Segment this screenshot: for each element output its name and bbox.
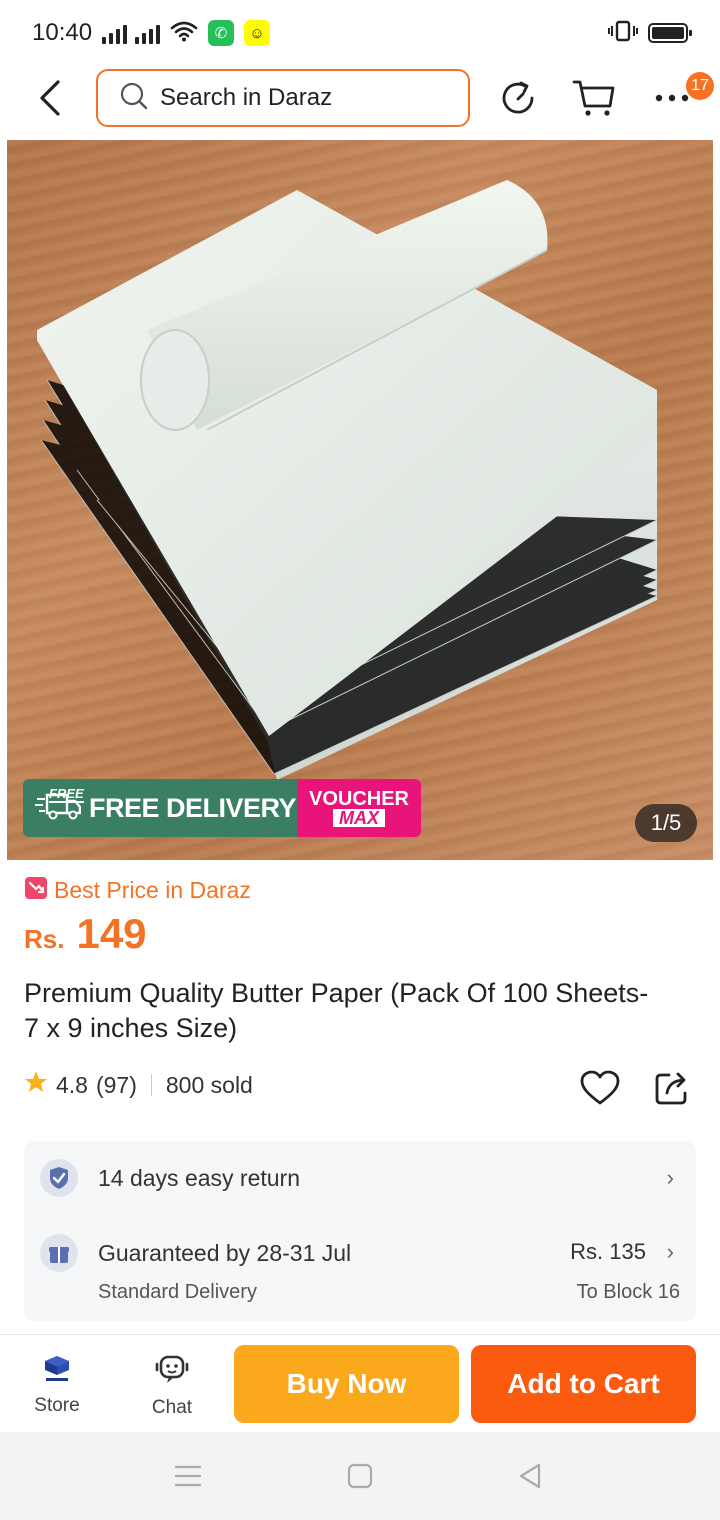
- voucher-max-label: MAX: [333, 809, 385, 827]
- rating-value: 4.8: [56, 1071, 88, 1098]
- battery-icon: [648, 23, 692, 43]
- product-price: Rs. 149: [24, 910, 147, 958]
- bottom-action-bar: Store Chat Buy Now Add to Cart: [0, 1334, 720, 1432]
- gift-box-icon: [40, 1234, 78, 1272]
- cart-icon[interactable]: [572, 76, 616, 120]
- best-price-icon: [24, 876, 48, 905]
- delivery-guarantee-text: Guaranteed by 28-31 Jul: [98, 1239, 352, 1266]
- product-title: Premium Quality Butter Paper (Pack Of 10…: [24, 978, 649, 1043]
- search-input[interactable]: Search in Daraz: [96, 69, 470, 127]
- sold-count: 800 sold: [165, 1071, 253, 1098]
- ship-to-location: To Block 16: [576, 1281, 680, 1303]
- chat-button[interactable]: Chat: [132, 1353, 212, 1419]
- image-counter: 1/5: [635, 804, 697, 842]
- price-value: 149: [76, 910, 147, 957]
- store-logo-icon: [40, 1353, 74, 1389]
- system-navigation-bar: [0, 1432, 720, 1520]
- product-image[interactable]: FREE FREE DELIVERY VOUCHER MAX 1/5: [7, 140, 713, 860]
- return-policy-text: 14 days easy return: [98, 1164, 301, 1191]
- best-price-badge: Best Price in Daraz: [24, 876, 251, 905]
- chat-robot-icon: [155, 1353, 189, 1391]
- wifi-icon: [170, 20, 198, 47]
- chevron-right-icon[interactable]: ›: [667, 1239, 674, 1265]
- rating-row[interactable]: 4.8 (97) 800 sold: [24, 1070, 253, 1100]
- promo-free-delivery: FREE DELIVERY: [89, 792, 297, 823]
- buy-now-button[interactable]: Buy Now: [234, 1345, 459, 1423]
- delivery-type: Standard Delivery: [98, 1281, 257, 1303]
- star-icon: [24, 1070, 48, 1100]
- chat-label: Chat: [151, 1397, 193, 1418]
- shield-check-icon: [40, 1159, 78, 1197]
- search-placeholder: Search in Daraz: [160, 84, 333, 111]
- chevron-right-icon[interactable]: ›: [667, 1165, 674, 1191]
- signal-icon: [102, 22, 128, 44]
- top-header: Search in Daraz 17: [0, 66, 720, 132]
- best-price-label: Best Price in Daraz: [54, 877, 251, 903]
- whatsapp-icon: ✆: [208, 20, 235, 46]
- delivery-row[interactable]: Guaranteed by 28-31 Jul: [40, 1234, 351, 1272]
- snapchat-icon: ☺: [244, 20, 271, 46]
- wishlist-heart-icon[interactable]: [578, 1066, 622, 1110]
- voucher-label: VOUCHER: [308, 788, 409, 810]
- history-icon[interactable]: [496, 76, 540, 120]
- notification-badge: 17: [686, 72, 714, 100]
- butter-paper-stack-image: [37, 180, 658, 780]
- review-count: (97): [95, 1071, 137, 1098]
- divider: [150, 1074, 152, 1096]
- promo-free-tag: FREE: [49, 786, 84, 803]
- signal-icon: [135, 22, 161, 44]
- menu-lines-icon[interactable]: [168, 1460, 208, 1492]
- voucher-max-section: VOUCHER MAX: [297, 779, 421, 837]
- service-info-card: 14 days easy return › Guaranteed by 28-3…: [24, 1141, 696, 1321]
- return-policy-row[interactable]: 14 days easy return: [40, 1159, 300, 1197]
- add-to-cart-button[interactable]: Add to Cart: [471, 1345, 696, 1423]
- shipping-price: Rs. 135: [570, 1239, 646, 1264]
- vibrate-icon: [608, 20, 638, 47]
- share-icon[interactable]: [650, 1066, 694, 1110]
- back-triangle-icon[interactable]: [510, 1460, 550, 1492]
- free-delivery-banner: FREE FREE DELIVERY VOUCHER MAX: [23, 779, 421, 837]
- store-label: Store: [34, 1395, 80, 1416]
- search-icon: [120, 82, 148, 115]
- status-bar: 10:40 ✆ ☺: [0, 0, 720, 66]
- free-delivery-section: FREE FREE DELIVERY: [23, 779, 297, 837]
- back-arrow-icon[interactable]: [30, 78, 70, 118]
- home-square-icon[interactable]: [340, 1460, 380, 1492]
- price-currency: Rs.: [24, 924, 65, 954]
- store-button[interactable]: Store: [17, 1353, 97, 1417]
- status-time: 10:40: [32, 19, 93, 46]
